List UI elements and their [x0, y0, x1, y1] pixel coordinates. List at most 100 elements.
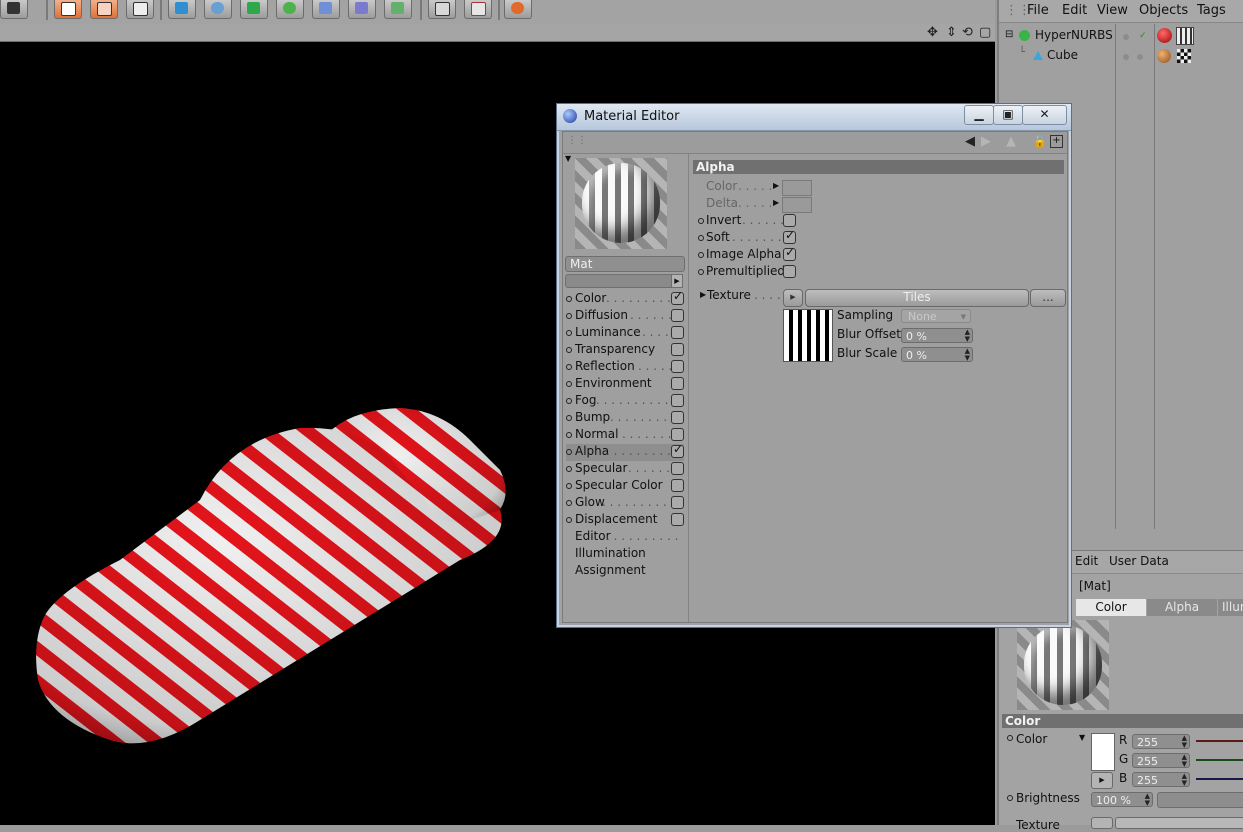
up-arrow-icon[interactable]: ▲ — [1006, 134, 1016, 149]
checker-tag-icon[interactable] — [1177, 49, 1191, 63]
texture-name-button[interactable]: Tiles — [805, 289, 1029, 307]
nurbs-button[interactable] — [240, 0, 268, 19]
window-title: Material Editor — [584, 109, 680, 124]
forward-arrow-icon[interactable]: ▶ — [981, 134, 991, 149]
maximize-view-icon[interactable]: ▢ — [979, 25, 991, 40]
texture-browse-button[interactable]: ... — [1030, 289, 1066, 307]
b-label: B — [1119, 771, 1128, 785]
array-button[interactable] — [276, 0, 304, 19]
menu-objects[interactable]: Objects — [1139, 3, 1188, 18]
brightness-field[interactable]: 100 % ▲ ▼ — [1091, 792, 1153, 807]
rotate-view-icon[interactable]: ⟲ — [962, 25, 973, 40]
page-illumination[interactable]: Illumination — [566, 546, 684, 563]
enabled-check-icon[interactable]: ✓ — [1139, 31, 1147, 41]
menu-view[interactable]: View — [1097, 3, 1128, 18]
color-swatch[interactable] — [1091, 733, 1115, 771]
spline-pen-button[interactable] — [204, 0, 232, 19]
color-expand-button[interactable]: ▶ — [1091, 772, 1113, 789]
channel-fog[interactable]: Fog. . . . . . . . . . . . — [566, 393, 684, 410]
am-menu-user-data[interactable]: User Data — [1109, 554, 1169, 568]
blur-offset-field[interactable]: 0 % ▲ ▼ — [901, 328, 973, 343]
restore-icon[interactable]: ▣ — [993, 105, 1023, 125]
deformer-button[interactable] — [312, 0, 340, 19]
texture-tag-icon[interactable] — [1157, 49, 1171, 63]
channel-luminance[interactable]: Luminance. . . . — [566, 325, 684, 342]
render-view-button[interactable] — [54, 0, 82, 19]
g-field[interactable]: 255 ▲ ▼ — [1132, 753, 1190, 768]
lock-icon[interactable]: 🔓 — [1033, 135, 1047, 148]
texture-row: ▶ Texture . . . . ▶ Tiles ... — [690, 288, 1067, 307]
b-field[interactable]: 255 ▲ ▼ — [1132, 772, 1190, 787]
option-premultiplied[interactable]: Premultiplied — [690, 264, 1067, 281]
animate-dot-icon[interactable] — [1007, 735, 1013, 741]
material-editor-titlebar[interactable]: Material Editor ▁ ▣ ✕ — [557, 104, 1071, 131]
new-window-icon[interactable]: + — [1050, 135, 1063, 148]
channel-reflection[interactable]: Reflection. . . . . — [566, 359, 684, 376]
move-tool-button[interactable] — [0, 0, 28, 19]
channel-displacement[interactable]: Displacement — [566, 512, 684, 529]
material-name-field[interactable]: Mat — [565, 256, 685, 272]
material-tag-stripes-icon[interactable] — [1176, 27, 1194, 45]
material-preview[interactable] — [1017, 620, 1109, 710]
menu-edit[interactable]: Edit — [1062, 3, 1087, 18]
channel-color[interactable]: Color. . . . . . . . . ✓ — [566, 289, 684, 308]
channel-normal[interactable]: Normal. . . . . . . — [566, 427, 684, 444]
channel-bump[interactable]: Bump. . . . . . . . . — [566, 410, 684, 427]
channel-alpha[interactable]: Alpha. . . . . . . . . ✓ — [566, 442, 684, 461]
selection-tool-button[interactable] — [428, 0, 456, 19]
globe-tool-button[interactable] — [504, 0, 532, 19]
channel-glow[interactable]: Glow. . . . . . . . . . . — [566, 495, 684, 512]
object-row-hypernurbs[interactable]: ⊟ HyperNURBS ✓ — [999, 27, 1243, 46]
menu-file[interactable]: File — [1027, 3, 1049, 18]
minimize-icon[interactable]: ▁ — [964, 105, 994, 125]
cube-primitive-button[interactable] — [168, 0, 196, 19]
brightness-slider[interactable] — [1157, 792, 1243, 808]
material-editor-window[interactable]: Material Editor ▁ ▣ ✕ ⋮⋮ ◀ ▶ ▲ 🔓 + ▼ Mat… — [556, 103, 1072, 628]
color-dropdown-icon[interactable]: ▼ — [1079, 733, 1085, 742]
alpha-color-swatch[interactable] — [782, 180, 812, 196]
blur-scale-field[interactable]: 0 % ▲ ▼ — [901, 347, 973, 362]
option-image-alpha[interactable]: Image Alpha ✓ — [690, 245, 1067, 264]
material-layer-slider[interactable] — [565, 274, 675, 288]
animate-dot-icon[interactable] — [1007, 795, 1013, 801]
channel-transparency[interactable]: Transparency — [566, 342, 684, 359]
object-row-cube[interactable]: └ Cube — [999, 47, 1243, 66]
grid-tool-button[interactable] — [464, 0, 492, 19]
texture-menu-button[interactable]: ▶ — [783, 289, 803, 307]
texture-expand-button[interactable] — [1091, 817, 1113, 829]
page-assignment[interactable]: Assignment — [566, 563, 684, 580]
close-icon[interactable]: ✕ — [1022, 105, 1067, 125]
alpha-delta-swatch[interactable] — [782, 197, 812, 213]
scene-button[interactable] — [348, 0, 376, 19]
channel-specular[interactable]: Specular. . . . . . — [566, 461, 684, 478]
camera-button[interactable] — [384, 0, 412, 19]
delta-expand-icon[interactable]: ▶ — [773, 198, 779, 207]
tab-color[interactable]: Color — [1076, 599, 1146, 616]
option-soft[interactable]: Soft . . . . . . . . ✓ — [690, 228, 1067, 247]
expand-arrow-icon[interactable]: ▶ — [671, 274, 683, 288]
preview-menu-icon[interactable]: ▼ — [565, 154, 571, 163]
tab-alpha[interactable]: Alpha — [1147, 599, 1217, 616]
page-editor[interactable]: Editor. . . . . . . . . . — [566, 529, 684, 546]
sampling-dropdown[interactable]: None ▼ — [901, 309, 971, 323]
back-arrow-icon[interactable]: ◀ — [965, 134, 975, 149]
menu-tags[interactable]: Tags — [1197, 3, 1226, 18]
texture-slot[interactable] — [1115, 817, 1243, 829]
am-menu-edit[interactable]: Edit — [1075, 554, 1098, 568]
r-field[interactable]: 255 ▲ ▼ — [1132, 734, 1190, 749]
material-preview[interactable] — [575, 158, 667, 249]
option-invert[interactable]: Invert . . . . . . . — [690, 213, 1067, 230]
move-view-icon[interactable]: ✥ — [927, 25, 938, 40]
texture-thumbnail[interactable] — [783, 309, 833, 362]
render-picture-viewer-button[interactable] — [90, 0, 118, 19]
channel-environment[interactable]: Environment — [566, 376, 684, 393]
channel-diffusion[interactable]: Diffusion. . . . . . — [566, 308, 684, 325]
color-expand-icon[interactable]: ▶ — [773, 181, 779, 190]
channel-specular-color[interactable]: Specular Color — [566, 478, 684, 495]
texture-expand-icon[interactable]: ▶ — [700, 290, 706, 299]
material-tag-red-icon[interactable] — [1157, 28, 1172, 43]
zoom-view-icon[interactable]: ⇕ — [946, 25, 957, 40]
collapse-icon[interactable]: ⊟ — [1005, 29, 1013, 40]
render-settings-button[interactable] — [126, 0, 154, 19]
tab-illumination[interactable]: Illum — [1218, 599, 1243, 616]
